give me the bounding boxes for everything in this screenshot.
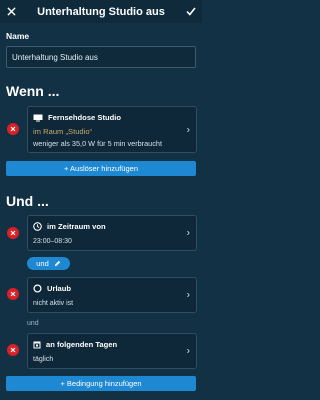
trigger-card[interactable]: Fernsehdose Studio im Raum „Studio“ weni…: [27, 106, 197, 153]
und-operator-button[interactable]: und: [27, 257, 70, 270]
condition-title: an folgenden Tagen: [46, 340, 118, 349]
condition-detail: nicht aktiv ist: [33, 300, 74, 307]
condition-detail: 23:00–08:30: [33, 238, 72, 245]
name-label: Name: [6, 31, 30, 41]
page-title: Unterhaltung Studio aus: [37, 5, 165, 18]
top-bar: Unterhaltung Studio aus: [0, 0, 202, 23]
chevron-right-icon: ›: [186, 124, 190, 135]
condition-detail: täglich: [33, 356, 54, 363]
condition-title: Urlaub: [47, 284, 72, 293]
chevron-right-icon: ›: [186, 345, 190, 357]
clock-icon: [33, 222, 42, 231]
condition-card[interactable]: im Zeitraum von 23:00–08:30 ›: [27, 215, 197, 251]
close-icon: [6, 7, 16, 16]
calendar-icon: [33, 341, 41, 349]
pencil-icon: [54, 260, 60, 267]
close-icon: [10, 230, 16, 236]
close-button[interactable]: [0, 0, 22, 23]
trigger-condition: weniger als 35,0 W für 5 min verbraucht: [33, 139, 162, 148]
close-icon: [10, 291, 16, 297]
und-connector: und: [27, 320, 39, 327]
trigger-device: Fernsehdose Studio: [48, 113, 121, 122]
close-icon: [10, 347, 16, 353]
remove-condition-button[interactable]: [7, 344, 19, 356]
und-operator-label: und: [36, 259, 49, 268]
remove-condition-button[interactable]: [7, 227, 19, 239]
wenn-heading: Wenn ...: [6, 83, 60, 99]
remove-condition-button[interactable]: [7, 288, 19, 300]
save-button[interactable]: [180, 0, 202, 23]
circle-icon: [33, 284, 42, 293]
close-icon: [10, 126, 16, 132]
chevron-right-icon: ›: [186, 227, 190, 239]
condition-card[interactable]: Urlaub nicht aktiv ist ›: [27, 277, 197, 313]
chevron-right-icon: ›: [186, 289, 190, 301]
trigger-room: im Raum „Studio“: [33, 127, 93, 136]
name-input[interactable]: Unterhaltung Studio aus: [6, 46, 196, 68]
condition-title: im Zeitraum von: [47, 222, 106, 231]
add-condition-button[interactable]: + Bedingung hinzufügen: [6, 376, 196, 391]
tv-icon: [33, 114, 43, 121]
check-icon: [186, 7, 196, 16]
und-heading: Und ...: [6, 193, 49, 209]
remove-trigger-button[interactable]: [7, 123, 19, 135]
add-trigger-button[interactable]: + Auslöser hinzufügen: [6, 161, 196, 176]
condition-card[interactable]: an folgenden Tagen täglich ›: [27, 333, 197, 369]
